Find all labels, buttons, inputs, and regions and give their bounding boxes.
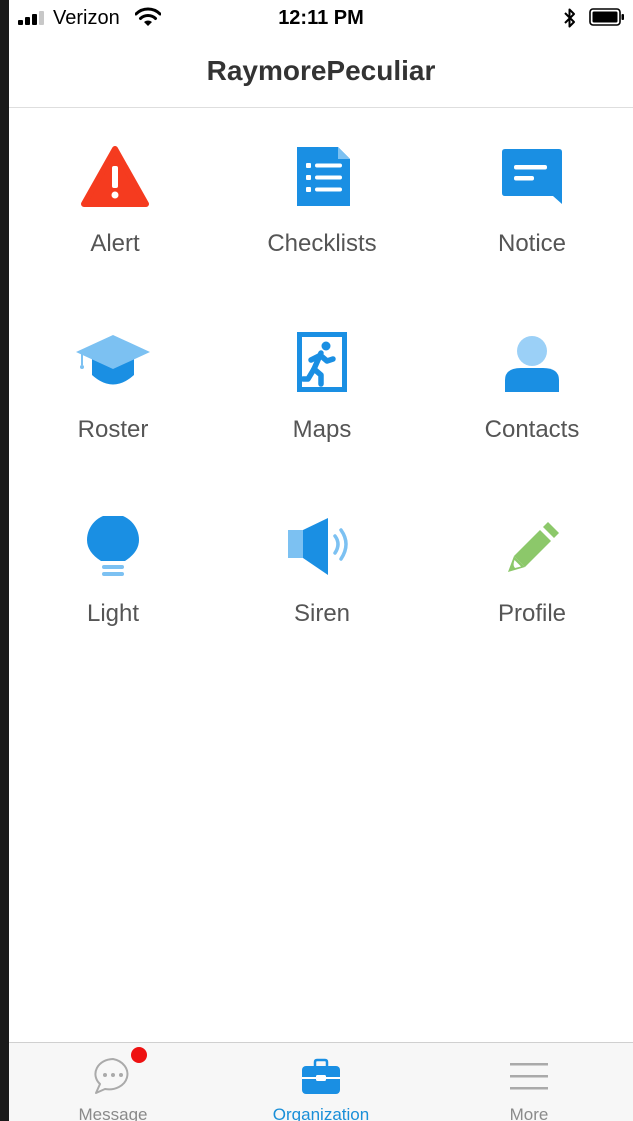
- alert-tile[interactable]: Alert: [30, 146, 200, 296]
- siren-tile[interactable]: Siren: [237, 516, 407, 666]
- bluetooth-icon: [564, 8, 575, 28]
- navigation-bar: RaymorePeculiar: [9, 38, 633, 108]
- roster-label: Roster: [77, 416, 149, 443]
- lightbulb-icon: [87, 516, 139, 576]
- graduation-cap-icon: [76, 335, 150, 385]
- light-label: Light: [86, 600, 140, 627]
- notice-label: Notice: [497, 230, 567, 257]
- checklist-document-icon: [297, 147, 350, 206]
- profile-label: Profile: [497, 600, 567, 627]
- menu-lines-icon: [510, 1063, 548, 1090]
- pencil-icon: [508, 522, 559, 572]
- siren-label: Siren: [293, 600, 351, 627]
- status-bar: Verizon 12:11 PM: [9, 0, 633, 38]
- contacts-label: Contacts: [484, 416, 580, 443]
- roster-tile[interactable]: Roster: [28, 332, 198, 482]
- checklists-tile[interactable]: Checklists: [237, 146, 407, 296]
- notice-tile[interactable]: Notice: [447, 146, 617, 296]
- briefcase-icon: [302, 1058, 340, 1094]
- notice-message-icon: [502, 149, 562, 204]
- app-screen: Verizon 12:11 PM RaymorePeculiar Alert C…: [9, 0, 633, 1121]
- maps-tile[interactable]: Maps: [237, 332, 407, 482]
- tab-bar: Message Organization More: [9, 1042, 633, 1121]
- exit-running-man-icon: [297, 332, 347, 392]
- page-title: RaymorePeculiar: [206, 55, 436, 86]
- chat-bubble-icon: [94, 1058, 129, 1094]
- alert-triangle-icon: [81, 146, 149, 207]
- tab-organization[interactable]: Organization: [217, 1043, 425, 1121]
- status-time: 12:11 PM: [278, 7, 364, 29]
- profile-tile[interactable]: Profile: [447, 516, 617, 666]
- unread-badge: [131, 1047, 147, 1063]
- tab-message-label: Message: [78, 1105, 148, 1121]
- contacts-tile[interactable]: Contacts: [447, 332, 617, 482]
- speaker-icon: [288, 518, 348, 575]
- tab-message[interactable]: Message: [9, 1043, 217, 1121]
- tab-organization-label: Organization: [272, 1105, 370, 1121]
- person-icon: [505, 336, 559, 392]
- light-tile[interactable]: Light: [28, 516, 198, 666]
- checklists-label: Checklists: [267, 230, 377, 257]
- maps-label: Maps: [292, 416, 352, 443]
- battery-icon: [589, 8, 624, 26]
- tab-more[interactable]: More: [425, 1043, 633, 1121]
- tab-more-label: More: [509, 1105, 549, 1121]
- alert-label: Alert: [90, 230, 140, 257]
